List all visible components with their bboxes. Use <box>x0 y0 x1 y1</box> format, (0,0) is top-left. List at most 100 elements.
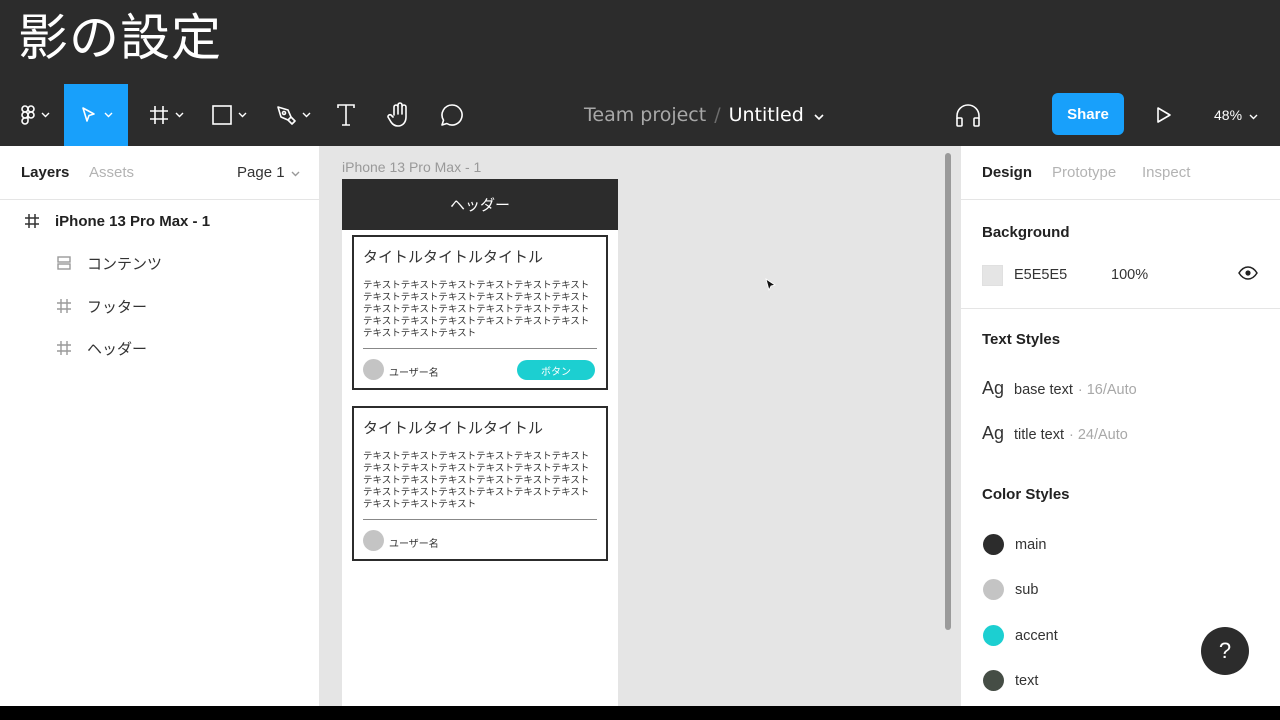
avatar <box>363 359 384 380</box>
play-icon <box>1156 106 1172 124</box>
text-t-icon <box>336 104 356 126</box>
present-button[interactable] <box>1152 84 1176 146</box>
layer-label: コンテンツ <box>87 254 163 273</box>
text-styles-section-title: Text Styles <box>982 331 1061 348</box>
text-style-meta: · 16/Auto <box>1077 382 1137 398</box>
card[interactable]: タイトルタイトルタイトル テキストテキストテキストテキストテキストテキストテキス… <box>352 235 608 390</box>
comment-tool-button[interactable] <box>438 84 466 146</box>
canvas-scrollbar[interactable] <box>945 153 951 630</box>
color-style-item[interactable]: sub <box>983 579 1038 600</box>
card[interactable]: タイトルタイトルタイトル テキストテキストテキストテキストテキストテキストテキス… <box>352 406 608 561</box>
tab-layers[interactable]: Layers <box>21 164 69 181</box>
toolbar: Team project / Untitled Share 48% <box>0 84 1280 146</box>
frame-icon <box>23 212 41 230</box>
cursor-arrow-icon <box>80 106 98 124</box>
main-menu-button[interactable] <box>14 84 56 146</box>
canvas[interactable]: iPhone 13 Pro Max - 1 ヘッダー タイトルタイトルタイトル … <box>320 146 960 706</box>
shape-tool-button[interactable] <box>206 84 252 146</box>
figma-logo-icon <box>20 105 35 125</box>
card-body: テキストテキストテキストテキストテキストテキストテキストテキストテキストテキスト… <box>363 280 590 339</box>
page-name: Page 1 <box>237 164 285 181</box>
color-style-name: text <box>1015 672 1039 689</box>
chevron-down-icon <box>1249 107 1258 123</box>
rectangle-icon <box>211 105 232 125</box>
title-band: 影の設定 <box>0 0 1280 84</box>
headphones-icon <box>955 103 981 127</box>
left-panel-tabs: Layers Assets Page 1 <box>0 146 319 200</box>
chevron-down-icon <box>104 112 113 118</box>
chevron-down-icon <box>41 112 50 118</box>
background-hex-value[interactable]: E5E5E5 <box>1014 267 1067 283</box>
background-color-swatch[interactable] <box>982 265 1003 286</box>
chevron-down-icon <box>238 112 247 118</box>
help-button[interactable]: ? <box>1201 627 1249 675</box>
layers-panel: Layers Assets Page 1 iPhone 13 Pro Max -… <box>0 146 320 706</box>
avatar <box>363 530 384 551</box>
color-style-swatch <box>983 670 1004 691</box>
mouse-cursor-icon <box>765 277 777 296</box>
hand-icon <box>387 102 411 128</box>
layer-item-footer[interactable]: フッター <box>55 293 147 319</box>
color-style-name: main <box>1015 536 1047 553</box>
tab-inspect[interactable]: Inspect <box>1142 164 1190 181</box>
color-styles-section-title: Color Styles <box>982 486 1070 503</box>
frame-icon <box>55 297 73 315</box>
card-username: ユーザー名 <box>389 539 439 550</box>
right-panel-tabs: Design Prototype Inspect <box>961 146 1280 200</box>
zoom-level: 48% <box>1214 107 1243 123</box>
frame-hash-icon <box>149 105 169 125</box>
tab-design[interactable]: Design <box>982 164 1032 181</box>
move-tool-button[interactable] <box>64 84 128 146</box>
layer-item-contents[interactable]: コンテンツ <box>55 250 162 276</box>
phone-header[interactable]: ヘッダー <box>342 179 618 230</box>
phone-frame[interactable]: ヘッダー タイトルタイトルタイトル テキストテキストテキストテキストテキストテキ… <box>342 179 618 706</box>
frame-label[interactable]: iPhone 13 Pro Max - 1 <box>342 159 481 175</box>
text-tool-button[interactable] <box>332 84 360 146</box>
layer-label: iPhone 13 Pro Max - 1 <box>55 212 211 230</box>
pen-icon <box>276 105 296 125</box>
background-section-title: Background <box>982 224 1070 241</box>
layer-label: ヘッダー <box>87 339 148 358</box>
text-style-item[interactable]: Ag title text · 24/Auto <box>982 423 1128 444</box>
text-style-preview: Ag <box>982 378 1005 398</box>
tab-assets[interactable]: Assets <box>89 164 134 181</box>
color-style-name: accent <box>1015 627 1058 644</box>
tab-prototype[interactable]: Prototype <box>1052 164 1116 181</box>
chevron-down-icon <box>302 112 311 118</box>
layer-item-frame[interactable]: iPhone 13 Pro Max - 1 <box>23 208 210 234</box>
bottom-bar <box>0 706 1280 720</box>
background-opacity-value[interactable]: 100% <box>1111 267 1148 283</box>
comment-bubble-icon <box>440 103 464 127</box>
color-style-item[interactable]: text <box>983 670 1038 691</box>
breadcrumb-separator: / <box>714 104 721 126</box>
card-divider <box>363 519 597 520</box>
card-username: ユーザー名 <box>389 368 439 379</box>
color-style-item[interactable]: accent <box>983 625 1058 646</box>
card-button[interactable]: ボタン <box>517 360 595 380</box>
text-style-name: title text <box>1014 427 1064 443</box>
card-title: タイトルタイトルタイトル <box>363 248 544 266</box>
text-style-item[interactable]: Ag base text · 16/Auto <box>982 378 1137 399</box>
card-divider <box>363 348 597 349</box>
color-style-swatch <box>983 579 1004 600</box>
share-button[interactable]: Share <box>1052 93 1124 135</box>
color-style-item[interactable]: main <box>983 534 1046 555</box>
text-style-meta: · 24/Auto <box>1069 427 1128 443</box>
color-style-name: sub <box>1015 581 1039 598</box>
eye-icon[interactable] <box>1238 266 1258 285</box>
chevron-down-icon <box>291 164 300 181</box>
file-name[interactable]: Untitled <box>729 104 804 126</box>
text-style-name: base text <box>1014 382 1073 398</box>
breadcrumb-project[interactable]: Team project <box>584 104 706 126</box>
frame-tool-button[interactable] <box>142 84 190 146</box>
layer-item-header[interactable]: ヘッダー <box>55 335 147 361</box>
page-selector[interactable]: Page 1 <box>237 164 300 181</box>
layer-label: フッター <box>87 297 148 316</box>
zoom-menu[interactable]: 48% <box>1214 84 1258 146</box>
hand-tool-button[interactable] <box>384 84 414 146</box>
auto-layout-icon <box>55 254 73 272</box>
chevron-down-icon[interactable] <box>814 104 824 126</box>
chevron-down-icon <box>175 112 184 118</box>
audio-call-button[interactable] <box>952 84 984 146</box>
pen-tool-button[interactable] <box>270 84 316 146</box>
